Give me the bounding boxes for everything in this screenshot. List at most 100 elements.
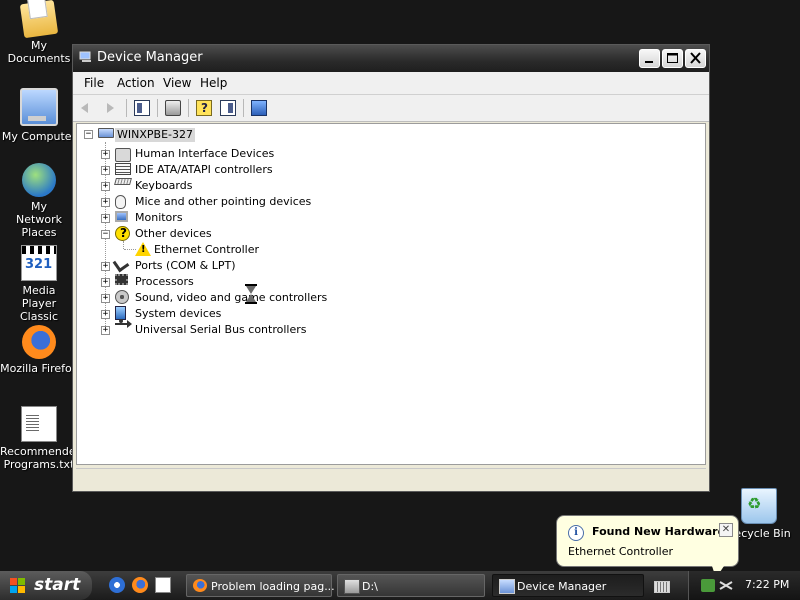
menu-view[interactable]: View (163, 76, 191, 90)
tree-item-ethernet-controller[interactable]: Ethernet Controller (154, 243, 259, 257)
task-label: D:\ (362, 580, 378, 593)
balloon-text: Ethernet Controller (568, 545, 673, 558)
text-file-icon (21, 406, 57, 442)
tree-item-ports-com-lpt[interactable]: Ports (COM & LPT) (135, 259, 236, 273)
expand-toggle[interactable]: + (101, 182, 110, 191)
toolbar-separator (157, 99, 158, 117)
monitor-icon (115, 211, 128, 222)
device-manager-icon (79, 51, 91, 62)
info-icon: i (568, 525, 584, 541)
expand-toggle[interactable]: + (101, 326, 110, 335)
expand-toggle[interactable]: + (101, 166, 110, 175)
documents-folder-icon (19, 0, 59, 39)
tree-item-sound-video-game-controllers[interactable]: Sound, video and game controllers (135, 291, 327, 305)
tree-guide-line (123, 241, 124, 249)
hourglass-cursor-icon (245, 284, 257, 304)
scan-hardware-icon[interactable] (251, 100, 267, 116)
device-tree[interactable]: − WINXPBE-327 + Human Interface Devices … (76, 123, 706, 465)
quick-launch-firefox-icon[interactable] (132, 577, 148, 593)
tree-item-usb-controllers[interactable]: Universal Serial Bus controllers (135, 323, 306, 337)
taskbar-button-firefox[interactable]: Problem loading pag... (186, 574, 335, 597)
tree-item-other-devices[interactable]: Other devices (135, 227, 212, 241)
device-manager-window[interactable]: Device Manager File Action View Help − (72, 44, 710, 492)
explorer-icon (344, 579, 360, 594)
title-bar[interactable]: Device Manager (73, 45, 709, 72)
minimize-icon (645, 61, 653, 63)
system-tray: 7:22 PM (688, 571, 800, 600)
tree-root-computer[interactable]: WINXPBE-327 (115, 128, 195, 142)
tree-item-keyboards[interactable]: Keyboards (135, 179, 192, 193)
expand-toggle[interactable]: + (101, 278, 110, 287)
usb-icon (115, 319, 132, 328)
found-hardware-tray-icon[interactable] (701, 579, 715, 592)
expand-toggle[interactable]: + (101, 310, 110, 319)
tree-item-human-interface-devices[interactable]: Human Interface Devices (135, 147, 274, 161)
maximize-button[interactable] (662, 49, 683, 68)
window-title: Device Manager (97, 50, 203, 65)
tree-item-system-devices[interactable]: System devices (135, 307, 221, 321)
menu-help[interactable]: Help (200, 76, 227, 90)
desktop-icon-mozilla-firefox[interactable]: Mozilla Firefox (0, 325, 78, 375)
expand-toggle[interactable]: + (101, 294, 110, 303)
back-arrow-icon[interactable] (81, 100, 97, 116)
toolbar-separator (243, 99, 244, 117)
collapse-toggle[interactable]: − (84, 130, 93, 139)
tree-item-mice-and-pointing-devices[interactable]: Mice and other pointing devices (135, 195, 311, 209)
taskbar-button-drive-d[interactable]: D:\ (337, 574, 485, 597)
status-bar (76, 468, 706, 488)
quick-launch-media-player-icon[interactable] (155, 577, 171, 593)
desktop-icon-my-computer[interactable]: My Computer (0, 84, 78, 143)
taskbar: start Problem loading pag... D:\ Device … (0, 571, 800, 600)
menu-action[interactable]: Action (117, 76, 155, 90)
desktop-icon-my-documents[interactable]: My Documents (0, 0, 78, 65)
network-tray-icon[interactable] (719, 579, 733, 592)
tree-item-monitors[interactable]: Monitors (135, 211, 183, 225)
device-manager-icon (499, 579, 515, 594)
help-icon[interactable] (196, 100, 212, 116)
collapse-toggle[interactable]: − (101, 230, 110, 239)
close-button[interactable] (685, 49, 706, 68)
expand-toggle[interactable]: + (101, 198, 110, 207)
toolbar-separator (188, 99, 189, 117)
desktop-icon-label: Recommended Programs.txt (0, 445, 83, 471)
balloon-close-button[interactable]: ✕ (719, 523, 733, 537)
desktop-icon-recommended-programs[interactable]: Recommended Programs.txt (0, 406, 83, 471)
quick-launch-ie-icon[interactable] (109, 577, 125, 593)
menu-bar: File Action View Help (73, 72, 709, 95)
expand-toggle[interactable]: + (101, 262, 110, 271)
tree-item-ide-ata-atapi-controllers[interactable]: IDE ATA/ATAPI controllers (135, 163, 273, 177)
close-icon (690, 52, 701, 64)
tree-item-processors[interactable]: Processors (135, 275, 194, 289)
desktop-icon-my-network-places[interactable]: My Network Places (0, 163, 78, 239)
menu-file[interactable]: File (84, 76, 104, 90)
taskbar-button-device-manager[interactable]: Device Manager (492, 574, 644, 597)
balloon-title: Found New Hardware (592, 525, 726, 538)
firefox-icon (22, 325, 56, 359)
desktop-icon-label: My Documents (7, 39, 71, 65)
computer-icon (98, 128, 114, 138)
unknown-device-icon (115, 226, 130, 241)
print-icon[interactable] (165, 100, 181, 116)
clock[interactable]: 7:22 PM (745, 578, 789, 591)
maximize-icon (667, 53, 678, 63)
properties-icon[interactable] (220, 100, 236, 116)
desktop-icon-label: My Network Places (16, 200, 62, 239)
desktop-icon-media-player-classic[interactable]: Media Player Classic (0, 245, 78, 323)
media-player-icon (21, 245, 57, 281)
keyboard-tray-icon[interactable] (654, 581, 670, 593)
port-icon (112, 255, 130, 273)
expand-toggle[interactable]: + (101, 150, 110, 159)
start-button[interactable]: start (0, 571, 92, 600)
computer-icon (20, 88, 58, 126)
task-label: Device Manager (517, 580, 607, 593)
toolbar (73, 95, 709, 122)
console-tree-icon[interactable] (134, 100, 150, 116)
firefox-icon (193, 579, 207, 592)
forward-arrow-icon[interactable] (103, 100, 119, 116)
desktop-icon-label: Mozilla Firefox (0, 362, 78, 375)
minimize-button[interactable] (639, 49, 660, 68)
expand-toggle[interactable]: + (101, 214, 110, 223)
found-new-hardware-balloon[interactable]: i Found New Hardware Ethernet Controller… (556, 515, 739, 567)
warning-icon (135, 242, 151, 256)
desktop-icon-label: Media Player Classic (19, 284, 59, 323)
